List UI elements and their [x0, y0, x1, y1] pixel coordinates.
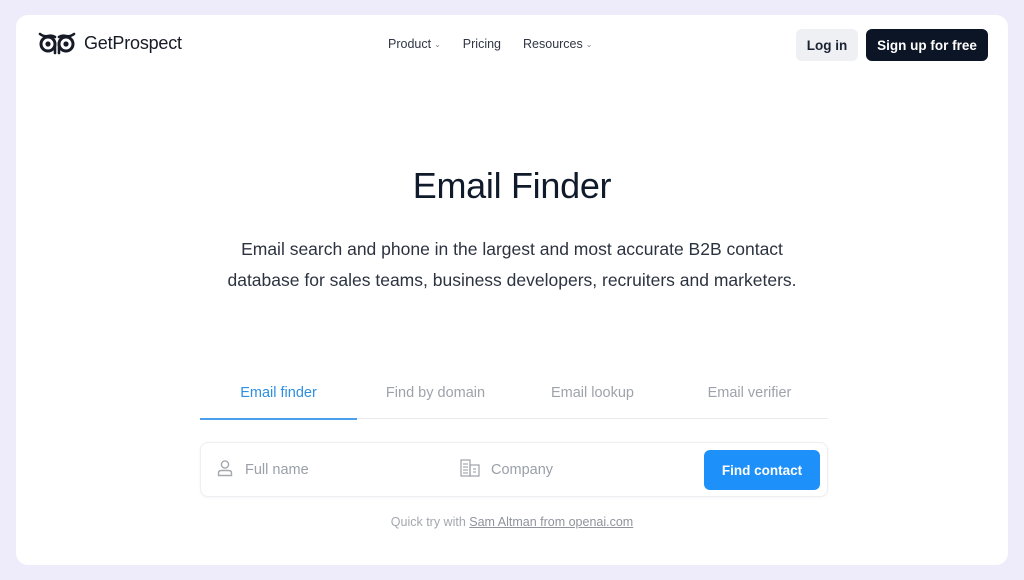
quick-try-link[interactable]: Sam Altman from openai.com: [469, 515, 633, 529]
company-field-wrapper: [459, 443, 671, 496]
chevron-down-icon: ⌄: [434, 40, 441, 49]
owl-eyes-icon: [38, 31, 76, 55]
nav-item-label: Resources: [523, 37, 583, 51]
nav-item-label: Product: [388, 37, 432, 51]
nav-item-resources[interactable]: Resources ⌄: [523, 37, 592, 51]
nav-item-product[interactable]: Product ⌄: [388, 37, 441, 51]
nav-item-pricing[interactable]: Pricing: [463, 37, 501, 51]
tool-tabs: Email finder Find by domain Email lookup…: [200, 377, 828, 420]
signup-button[interactable]: Sign up for free: [866, 29, 988, 61]
brand-logo[interactable]: GetProspect: [38, 31, 182, 55]
full-name-field-wrapper: [215, 443, 425, 496]
page-subtitle: Email search and phone in the largest an…: [227, 239, 797, 290]
chevron-down-icon: ⌄: [585, 40, 593, 49]
tab-find-by-domain[interactable]: Find by domain: [357, 377, 514, 418]
company-input[interactable]: [491, 461, 671, 478]
quick-try-prefix: Quick try with: [390, 515, 466, 529]
find-contact-button[interactable]: Find contact: [704, 450, 820, 490]
building-icon: [459, 458, 481, 482]
user-icon: [215, 458, 235, 482]
quick-try: Quick try with Sam Altman from openai.co…: [16, 515, 1008, 529]
brand-name: GetProspect: [84, 32, 182, 53]
login-button[interactable]: Log in: [796, 29, 858, 61]
tab-email-finder[interactable]: Email finder: [200, 377, 357, 420]
full-name-input[interactable]: [245, 461, 425, 478]
page-title: Email Finder: [412, 165, 612, 206]
nav-item-label: Pricing: [462, 37, 502, 51]
page-card: GetProspect Product ⌄ Pricing Resources …: [16, 15, 1008, 565]
email-finder-form: Find contact: [200, 442, 828, 497]
tab-email-verifier[interactable]: Email verifier: [671, 377, 828, 418]
tab-email-lookup[interactable]: Email lookup: [514, 377, 671, 418]
main-nav: Product ⌄ Pricing Resources ⌄: [388, 37, 592, 51]
